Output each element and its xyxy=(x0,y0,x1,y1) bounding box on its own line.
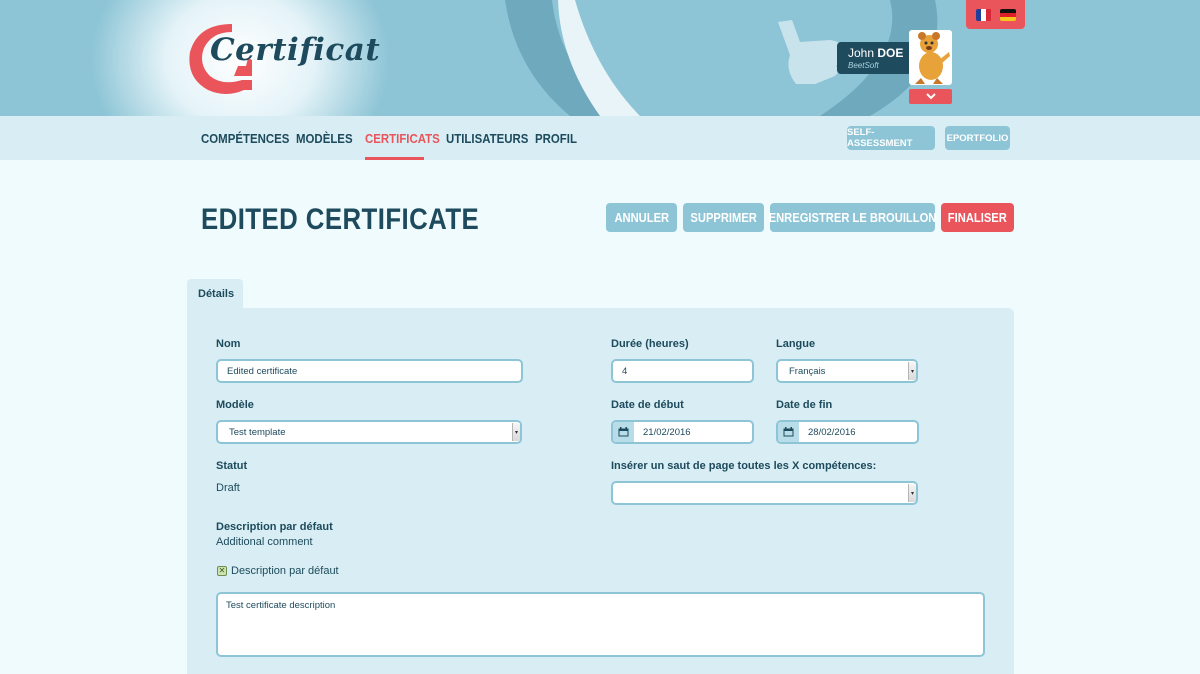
duration-input[interactable]: 4 xyxy=(611,359,754,383)
user-name: John DOE xyxy=(848,46,904,60)
end-date-input[interactable]: 28/02/2016 xyxy=(776,420,919,444)
template-select[interactable]: Test template ▾ xyxy=(216,420,522,444)
nav-item-modeles[interactable]: Modèles xyxy=(296,131,353,146)
nav-item-competences[interactable]: Compétences xyxy=(201,131,289,146)
page-break-label: Insérer un saut de page toutes les X com… xyxy=(611,460,877,472)
avatar[interactable] xyxy=(909,30,952,85)
select-arrow-icon: ▾ xyxy=(512,423,520,441)
self-assessment-button[interactable]: Self-assessment xyxy=(847,126,935,150)
language-select-value: Français xyxy=(789,366,826,377)
finalize-button[interactable]: Finaliser xyxy=(941,203,1014,232)
user-dropdown-button[interactable] xyxy=(909,89,952,104)
start-date-input[interactable]: 21/02/2016 xyxy=(611,420,754,444)
select-arrow-icon: ▾ xyxy=(908,362,916,380)
name-label: Nom xyxy=(216,338,241,350)
use-default-description-label: Description par défaut xyxy=(231,565,339,577)
status-value: Draft xyxy=(216,482,240,494)
page-break-select[interactable]: ▾ xyxy=(611,481,918,505)
end-date-value: 28/02/2016 xyxy=(808,427,856,438)
eportfolio-button[interactable]: ePortfolio xyxy=(945,126,1010,150)
language-label: Langue xyxy=(776,338,816,350)
header: Certificat John DOE BeetSoft xyxy=(0,0,1200,116)
template-select-value: Test template xyxy=(229,427,286,438)
save-draft-button[interactable]: Enregistrer le brouillon xyxy=(769,203,936,232)
chevron-down-icon xyxy=(925,93,936,100)
flag-fr-icon[interactable] xyxy=(975,8,992,21)
start-date-value: 21/02/2016 xyxy=(643,427,691,438)
calendar-icon[interactable] xyxy=(778,422,799,442)
start-date-label: Date de début xyxy=(611,399,684,411)
use-default-description-checkbox[interactable]: ✕ xyxy=(217,566,227,576)
main-nav xyxy=(0,116,1200,160)
nav-item-profil[interactable]: Profil xyxy=(535,131,577,146)
select-arrow-icon: ▾ xyxy=(908,484,916,502)
nav-active-indicator xyxy=(365,157,424,160)
language-switcher xyxy=(966,0,1025,29)
calendar-icon[interactable] xyxy=(613,422,634,442)
status-label: Statut xyxy=(216,460,248,472)
logo-text: Certificat xyxy=(210,32,381,68)
language-select[interactable]: Français ▾ xyxy=(776,359,918,383)
cancel-button[interactable]: Annuler xyxy=(606,203,677,232)
template-label: Modèle xyxy=(216,399,254,411)
user-company: BeetSoft xyxy=(848,61,879,70)
flag-de-icon[interactable] xyxy=(999,8,1016,21)
nav-item-utilisateurs[interactable]: Utilisateurs xyxy=(446,131,528,146)
description-textarea[interactable]: Test certificate description xyxy=(216,592,985,657)
default-description-label: Description par défaut xyxy=(216,521,333,533)
user-menu[interactable]: John DOE BeetSoft xyxy=(837,42,909,74)
end-date-label: Date de fin xyxy=(776,399,833,411)
delete-button[interactable]: Supprimer xyxy=(683,203,764,232)
nav-item-certificats[interactable]: Certificats xyxy=(365,131,440,146)
tab-details[interactable]: Détails xyxy=(187,279,243,309)
default-description-value: Additional comment xyxy=(216,536,313,548)
duration-label: Durée (heures) xyxy=(611,338,689,350)
page-title: Edited certificate xyxy=(201,203,480,236)
name-input[interactable]: Edited certificate xyxy=(216,359,523,383)
